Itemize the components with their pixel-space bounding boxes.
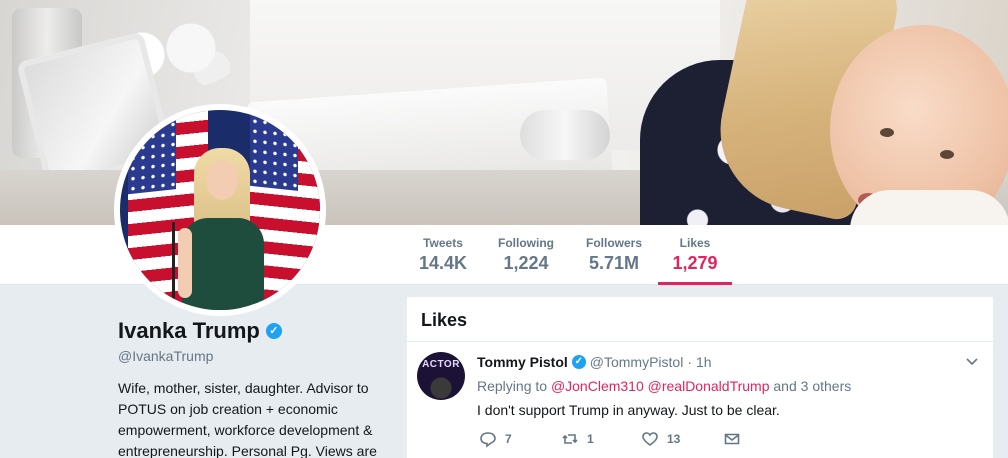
tab-tweets-count: 14.4K [418,253,468,273]
mention-link[interactable]: @JonClem310 [551,378,644,394]
tweet-author[interactable]: Tommy Pistol [477,354,568,370]
profile-avatar[interactable] [114,104,326,316]
tweet[interactable]: ACTOR Tommy Pistol ✓ @TommyPistol · 1h R… [407,342,993,458]
reply-icon [480,432,496,448]
person-dress [182,218,264,310]
tab-followers-count: 5.71M [588,253,640,273]
tweet-separator: · [687,354,692,370]
banner-paper-roll [520,110,610,160]
like-count: 13 [667,432,681,446]
profile-bio: Wife, mother, sister, daughter. Advisor … [118,380,377,458]
banner-baby-eye [940,150,954,159]
retweet-icon [562,434,578,444]
direct-message-button[interactable] [723,430,741,448]
profile-handle[interactable]: @IvankaTrump [118,348,388,364]
tab-tweets[interactable]: Tweets 14.4K [412,225,474,285]
envelope-icon [724,433,740,445]
tab-tweets-label: Tweets [423,236,463,250]
tab-following[interactable]: Following 1,224 [490,225,562,285]
microphone-stand [172,222,175,310]
tab-likes-label: Likes [679,236,711,250]
profile-card: Ivanka Trump ✓ @IvankaTrump Wife, mother… [118,318,388,458]
tweet-handle[interactable]: @TommyPistol [590,354,684,370]
tweet-text: I don't support Trump in anyway. Just to… [477,402,780,418]
banner-baby-body [850,190,1008,225]
profile-name[interactable]: Ivanka Trump [118,318,260,344]
retweet-button[interactable]: 1 [561,430,641,448]
person-arm [178,228,192,298]
mention-link[interactable]: @realDonaldTrump [648,378,770,394]
likes-timeline: Likes ACTOR Tommy Pistol ✓ @TommyPistol … [406,296,994,458]
banner-baby-eye [880,128,894,137]
avatar-photo [120,110,320,310]
chevron-down-icon[interactable] [965,354,979,368]
reply-button[interactable]: 7 [479,430,561,448]
tab-following-label: Following [498,236,554,250]
replying-suffix[interactable]: and 3 others [773,378,851,394]
tweet-timestamp[interactable]: 1h [696,354,712,370]
tweet-header: Tommy Pistol ✓ @TommyPistol · 1h [477,354,712,370]
verified-icon: ✓ [571,355,586,369]
tweet-avatar[interactable]: ACTOR [417,352,465,400]
tweet-actions: 7 1 13 [479,430,741,448]
person-face [206,160,238,200]
tab-following-count: 1,224 [503,253,549,273]
tab-followers-label: Followers [585,236,642,250]
reply-count: 7 [505,432,512,446]
tab-followers[interactable]: Followers 5.71M [578,225,650,285]
likes-header: Likes [407,297,993,342]
heart-icon [642,432,658,447]
profile-name-row: Ivanka Trump ✓ [118,318,388,344]
verified-icon: ✓ [265,323,282,339]
tab-likes[interactable]: Likes 1,279 [658,225,732,285]
tab-likes-count: 1,279 [672,253,718,273]
like-button[interactable]: 13 [641,430,723,448]
replying-prefix: Replying to [477,378,548,394]
tweet-replying-to: Replying to @JonClem310 @realDonaldTrump… [477,378,851,394]
retweet-count: 1 [587,432,594,446]
